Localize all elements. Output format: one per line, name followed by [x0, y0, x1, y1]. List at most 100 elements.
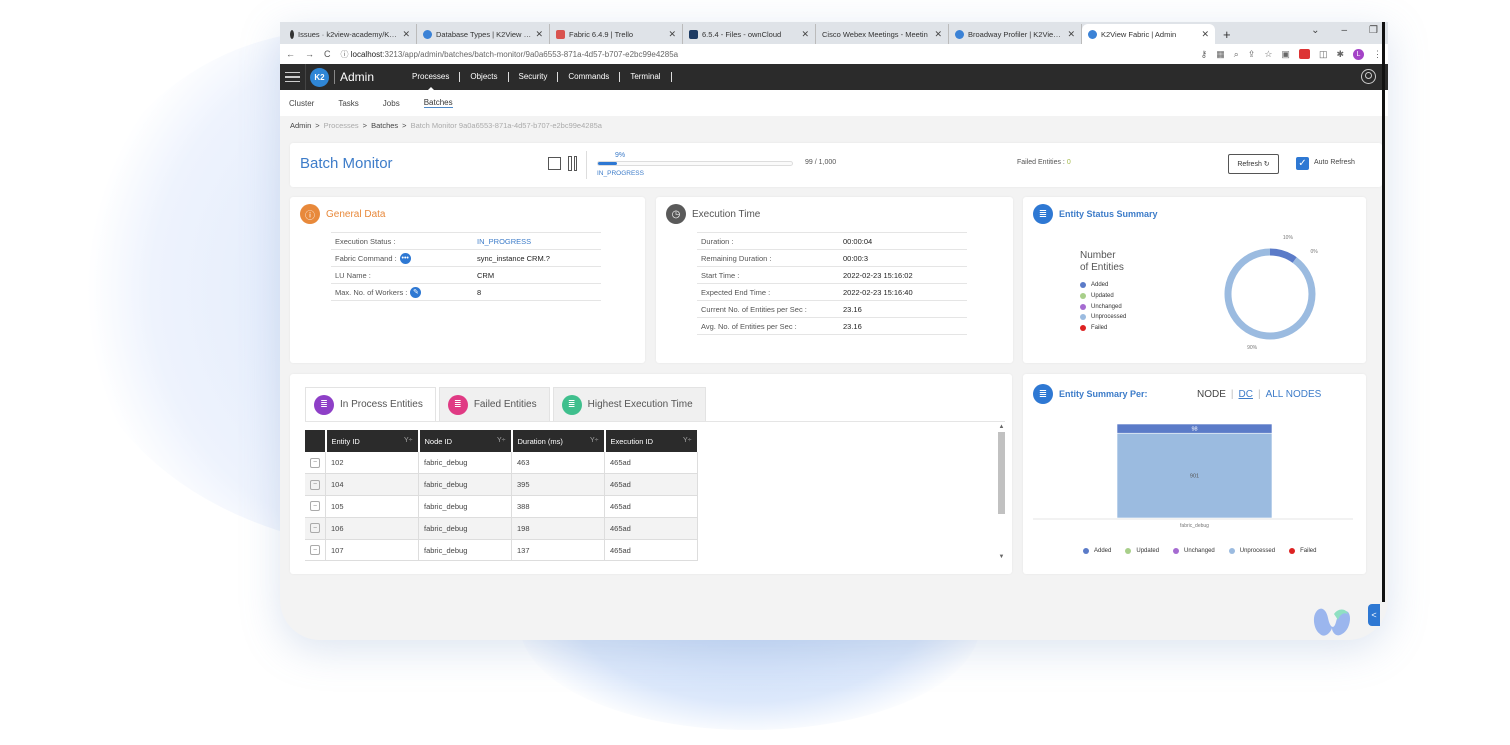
breadcrumb-admin[interactable]: Admin: [290, 121, 311, 130]
row-collapse-button[interactable]: −: [310, 523, 320, 534]
close-tab-icon[interactable]: ✕: [1067, 29, 1075, 40]
legend-item-updated[interactable]: Updated: [1125, 548, 1159, 554]
nav-commands[interactable]: Commands: [558, 72, 621, 82]
trello-icon: [556, 29, 565, 39]
more-info-icon[interactable]: •••: [399, 252, 411, 264]
filter-sort-icon[interactable]: Y÷: [590, 437, 599, 444]
subnav-batches[interactable]: Batches: [423, 98, 453, 108]
execution-status-value: IN_PROGRESS: [477, 236, 532, 246]
browser-extensions: ⚷ ▦ ⌕ ⇪ ☆ ▣ ◫ ✱ L ⋮: [1201, 48, 1382, 60]
back-icon[interactable]: ←: [286, 49, 295, 59]
url-field[interactable]: ⓘ localhost:3213/app/admin/batches/batch…: [341, 49, 1191, 60]
k2view-logo: K2: [310, 67, 329, 87]
close-tab-icon[interactable]: ✕: [402, 29, 410, 40]
restore-icon[interactable]: ❐: [1369, 25, 1378, 36]
subnav-tasks[interactable]: Tasks: [338, 99, 358, 108]
column-header-execution-id[interactable]: Execution ID Y÷: [604, 430, 699, 452]
puzzle-icon[interactable]: ✱: [1336, 49, 1344, 60]
column-header-node-id[interactable]: Node ID Y÷: [418, 430, 513, 452]
legend-label: Unprocessed: [1239, 548, 1276, 554]
close-tab-icon[interactable]: ✕: [934, 29, 942, 40]
nav-processes[interactable]: Processes: [402, 72, 461, 91]
browser-tab[interactable]: Issues · k2view-academy/K2Vie ✕: [284, 24, 417, 44]
browser-tab[interactable]: Cisco Webex Meetings - Meetin ✕: [816, 24, 949, 44]
table-scrollbar[interactable]: ▲ ▼: [998, 424, 1005, 564]
filter-sort-icon[interactable]: Y÷: [404, 437, 413, 444]
close-tab-icon[interactable]: ✕: [1201, 29, 1209, 40]
legend-item-failed[interactable]: Failed: [1289, 548, 1316, 554]
extension-icon[interactable]: ▣: [1281, 49, 1290, 60]
tab-failed-entities[interactable]: ≣ Failed Entities: [438, 387, 550, 421]
column-header-entity-id[interactable]: Entity ID Y÷: [325, 430, 420, 452]
address-bar: ← → C ⓘ localhost:3213/app/admin/batches…: [280, 44, 1388, 64]
table-header-row: Entity ID Y÷ Node ID Y÷ Duration (ms) Y÷ Ex…: [305, 430, 699, 452]
stop-button[interactable]: [548, 157, 561, 170]
nav-objects[interactable]: Objects: [460, 72, 509, 82]
browser-tab[interactable]: Broadway Profiler | K2View Sup ✕: [949, 24, 1082, 44]
legend-item-unchanged[interactable]: Unchanged: [1173, 548, 1215, 554]
browser-tabstrip: Issues · k2view-academy/K2Vie ✕ Database …: [280, 22, 1388, 44]
general-data-card: ⓘ General Data Execution Status : IN_PROG…: [290, 197, 645, 363]
more-menu-icon[interactable]: ⋮: [1373, 49, 1382, 60]
row-collapse-button[interactable]: −: [310, 545, 320, 556]
legend-item-added[interactable]: Added: [1083, 548, 1111, 554]
breadcrumb: Admin > Processes > Batches > Batch Moni…: [290, 120, 602, 130]
breadcrumb-processes[interactable]: Processes: [324, 121, 359, 130]
close-tab-icon[interactable]: ✕: [801, 29, 809, 40]
row-collapse-button[interactable]: −: [310, 479, 320, 490]
browser-tab[interactable]: 6.5.4 - Files - ownCloud ✕: [683, 24, 816, 44]
translate-icon[interactable]: ▦: [1216, 49, 1225, 60]
row-collapse-button[interactable]: −: [310, 501, 320, 512]
row-collapse-button[interactable]: −: [310, 457, 320, 468]
hamburger-menu-icon[interactable]: [280, 64, 306, 90]
entity-summary-per-card: ≣ Entity Summary Per: NODE | DC | ALL NO…: [1023, 374, 1366, 574]
bookmark-star-icon[interactable]: ☆: [1264, 49, 1272, 60]
legend-item-unprocessed[interactable]: Unprocessed: [1228, 548, 1276, 554]
bar-data-label-added: 98: [1191, 427, 1197, 433]
nav-security[interactable]: Security: [509, 72, 559, 82]
scrollbar-thumb[interactable]: [998, 432, 1005, 514]
kv-row: Start Time :2022-02-23 15:16:02: [697, 267, 967, 284]
reload-icon[interactable]: C: [324, 49, 331, 59]
side-panel-toggle[interactable]: <: [1368, 604, 1380, 626]
tab-highest-execution-time[interactable]: ≣ Highest Execution Time: [552, 387, 706, 421]
tab-search-icon[interactable]: ⌄: [1311, 25, 1319, 36]
auto-refresh-checkbox[interactable]: ✓: [1296, 157, 1309, 170]
profile-avatar[interactable]: L: [1353, 48, 1364, 60]
database-gear-icon: ≣: [314, 394, 334, 415]
breadcrumb-batches[interactable]: Batches: [371, 121, 398, 130]
progress-bar: [597, 161, 793, 166]
auto-refresh-label: Auto Refresh: [1314, 159, 1355, 166]
scroll-up-arrow[interactable]: ▲: [998, 424, 1005, 430]
extension-badge-icon[interactable]: [1298, 49, 1310, 59]
edit-icon[interactable]: ✎: [410, 286, 422, 298]
close-tab-icon[interactable]: ✕: [668, 29, 676, 40]
kv-row: Duration :00:00:04: [697, 233, 967, 250]
subnav-jobs[interactable]: Jobs: [383, 99, 400, 108]
entity-summary-bar-chart: 901 98 fabric_debug: [1033, 423, 1353, 529]
refresh-button[interactable]: Refresh ↻: [1228, 154, 1279, 174]
key-icon[interactable]: ⚷: [1201, 49, 1208, 60]
entities-card: ≣ In Process Entities ≣ Failed Entities ≣ H…: [290, 374, 1012, 574]
subnav-cluster[interactable]: Cluster: [289, 99, 314, 108]
extension-icon[interactable]: ◫: [1319, 49, 1328, 60]
browser-tab[interactable]: Database Types | K2View Suppo✕: [417, 24, 550, 44]
filter-sort-icon[interactable]: Y÷: [683, 437, 692, 444]
webex-app-icon[interactable]: [1312, 604, 1354, 638]
forward-icon[interactable]: →: [305, 49, 314, 59]
tab-in-process-entities[interactable]: ≣ In Process Entities: [305, 387, 436, 421]
minimize-icon[interactable]: –: [1341, 25, 1347, 36]
user-account-icon[interactable]: [1361, 69, 1376, 84]
column-header-duration[interactable]: Duration (ms) Y÷: [511, 430, 606, 452]
nav-terminal[interactable]: Terminal: [620, 72, 672, 82]
filter-sort-icon[interactable]: Y÷: [497, 437, 506, 444]
browser-tab[interactable]: Fabric 6.4.9 | Trello ✕: [550, 24, 683, 44]
scroll-down-arrow[interactable]: ▼: [998, 554, 1005, 560]
close-tab-icon[interactable]: ✕: [535, 29, 543, 40]
share-icon[interactable]: ⇪: [1248, 49, 1256, 60]
zoom-icon[interactable]: ⌕: [1234, 49, 1239, 60]
new-tab-button[interactable]: +: [1215, 24, 1239, 44]
browser-tab-active[interactable]: K2View Fabric | Admin ✕: [1082, 24, 1215, 44]
divider: [586, 151, 587, 179]
pause-button[interactable]: [568, 156, 577, 171]
